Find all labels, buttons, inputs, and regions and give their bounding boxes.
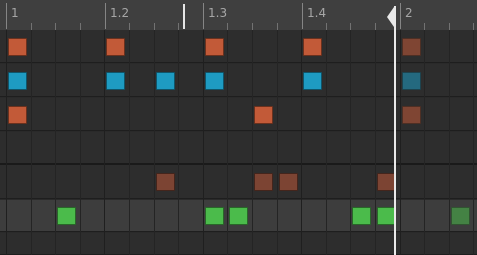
ruler-tick [227,23,228,30]
grid-line [104,30,105,255]
note-brown[interactable] [156,173,175,191]
grid-line [301,30,302,255]
note-blue[interactable] [205,72,224,90]
note-orange[interactable] [303,38,322,56]
lane-5[interactable] [0,165,477,199]
grid-line [473,30,474,255]
ruler-tick [449,23,450,30]
bar-marker-1-3 [203,3,204,29]
grid-line [178,30,179,255]
lane-7[interactable] [0,233,477,255]
ruler-tick [277,23,278,30]
grid-line [424,30,425,255]
note-orange[interactable] [8,38,27,56]
ruler-tick [55,23,56,30]
note-brown[interactable] [279,173,298,191]
note-orange[interactable] [402,106,421,124]
ruler-tick [350,23,351,30]
ruler-tick [326,23,327,30]
ruler-tick [154,23,155,30]
grid-line [375,30,376,255]
bar-label-1: 1 [11,6,19,20]
note-orange[interactable] [402,38,421,56]
note-brown[interactable] [254,173,273,191]
bar-label-1-4: 1.4 [307,6,327,20]
playhead-arrow-icon[interactable] [387,7,394,27]
bar-marker-1-2 [105,3,106,29]
grid-line [129,30,130,255]
bar-marker-2 [400,3,401,29]
note-orange[interactable] [8,106,27,124]
note-green[interactable] [451,207,470,225]
note-orange[interactable] [106,38,125,56]
grid-line [154,30,155,255]
grid-line [227,30,228,255]
bar-label-2: 2 [405,6,413,20]
ruler-tick [80,23,81,30]
pattern-editor: 1 1.2 1.3 1.4 2 [0,0,477,255]
bar-marker-1-4 [302,3,303,29]
grid-line [31,30,32,255]
note-green[interactable] [352,207,371,225]
ruler-tick [473,23,474,30]
note-blue[interactable] [8,72,27,90]
ruler-tick [252,23,253,30]
bar-label-1-3: 1.3 [208,6,228,20]
lane-4[interactable] [0,132,477,165]
grid-line [80,30,81,255]
note-blue[interactable] [106,72,125,90]
step-grid[interactable] [0,30,477,255]
timeline-ruler[interactable]: 1 1.2 1.3 1.4 2 [0,0,477,31]
grid-line [6,30,7,255]
grid-line [203,30,204,255]
bar-marker-1 [6,3,7,29]
grid-line [277,30,278,255]
loop-marker[interactable] [183,4,185,29]
note-blue[interactable] [156,72,175,90]
grid-line [400,30,401,255]
ruler-tick [31,23,32,30]
ruler-tick [424,23,425,30]
note-green[interactable] [205,207,224,225]
grid-line [449,30,450,255]
grid-line [55,30,56,255]
grid-line [252,30,253,255]
grid-line [326,30,327,255]
note-orange[interactable] [205,38,224,56]
playhead-line[interactable] [394,6,396,255]
note-orange[interactable] [254,106,273,124]
note-green[interactable] [57,207,76,225]
grid-line [350,30,351,255]
note-blue[interactable] [303,72,322,90]
ruler-tick [129,23,130,30]
bar-label-1-2: 1.2 [110,6,130,20]
note-green[interactable] [229,207,248,225]
note-blue[interactable] [402,72,421,90]
ruler-tick [375,23,376,30]
ruler-tick [178,23,179,30]
